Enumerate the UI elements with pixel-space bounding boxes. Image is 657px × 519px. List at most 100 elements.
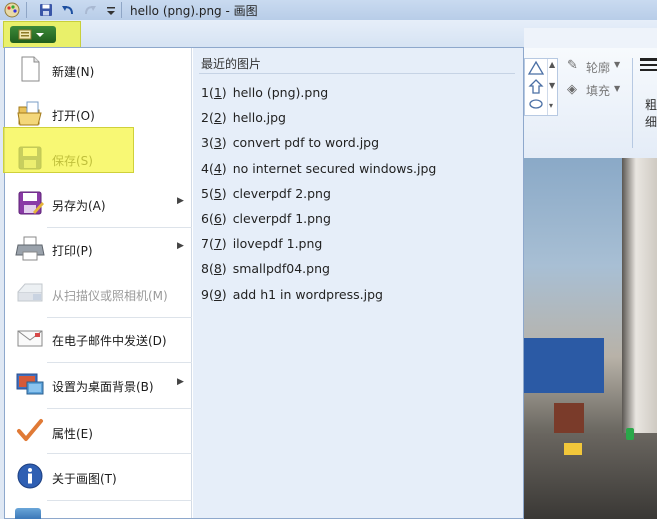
- outline-icon: ✎: [567, 58, 578, 73]
- undo-icon[interactable]: [60, 2, 76, 18]
- photo-street: [524, 433, 657, 519]
- menu-item-4[interactable]: 另存为(A) ▶: [5, 182, 192, 226]
- recent-file-number: 1(1): [201, 85, 227, 100]
- recent-file-number: 7(7): [201, 236, 227, 252]
- menu-separator: [47, 317, 192, 318]
- menu-separator: [47, 227, 192, 228]
- recent-file-item[interactable]: 9(9) add h1 in wordpress.jpg: [201, 287, 383, 302]
- recent-file-item[interactable]: 6(6) cleverpdf 1.png: [201, 211, 331, 226]
- recent-file-number: 4(4): [201, 160, 227, 176]
- recent-file-name: ilovepdf 1.png: [232, 236, 323, 252]
- menu-item-5[interactable]: 打印(P) ▶: [5, 227, 192, 271]
- menu-separator: [47, 362, 192, 363]
- recent-pictures-title: 最近的图片: [201, 57, 262, 71]
- recent-file-item[interactable]: 5(5) cleverpdf 2.png: [201, 186, 331, 201]
- paint-menu-button-face: [10, 26, 56, 43]
- qa-divider: [26, 2, 27, 18]
- scanner-icon: [15, 278, 45, 308]
- recent-file-accesskey: 9: [213, 286, 222, 302]
- info-icon: [15, 461, 45, 491]
- recent-file-name: hello.jpg: [232, 110, 286, 126]
- size-lines-icon[interactable]: [640, 58, 657, 71]
- submenu-arrow-icon: ▶: [177, 241, 184, 251]
- ribbon-tab-strip: [524, 28, 657, 49]
- recent-file-number: 6(6): [201, 211, 227, 226]
- menu-item-label: 从扫描仪或照相机(M): [52, 289, 168, 303]
- title-bar: hello (png).png - 画图: [0, 0, 657, 21]
- save-icon[interactable]: [38, 2, 54, 18]
- redo-icon[interactable]: [82, 2, 98, 18]
- recent-file-item[interactable]: 3(3) convert pdf to word.jpg: [201, 135, 379, 150]
- photo-yellow-sign: [564, 443, 582, 455]
- menu-separator: [47, 408, 192, 409]
- menu-separator: [47, 500, 192, 501]
- recent-file-number: 9(9): [201, 286, 227, 302]
- shapes-gallery-icons: [527, 60, 545, 109]
- menu-item-1[interactable]: 新建(N): [5, 48, 192, 92]
- save-highlight-box: [3, 127, 134, 173]
- menu-separator: [47, 453, 192, 454]
- recent-file-accesskey: 6: [213, 211, 222, 226]
- desktop-background-icon: [15, 369, 45, 399]
- qa-divider: [121, 2, 122, 18]
- menu-item-label: 打开(O): [52, 109, 95, 123]
- menu-item-label: 设置为桌面背景(B): [52, 380, 154, 394]
- recent-file-item[interactable]: 7(7) ilovepdf 1.png: [201, 236, 322, 251]
- gallery-expand-icon[interactable]: ▾: [549, 101, 553, 110]
- size-label-thin: 细: [645, 115, 657, 129]
- recent-file-accesskey: 1: [213, 85, 222, 100]
- menu-item-label: 在电子邮件中发送(D): [52, 334, 167, 348]
- recent-file-name: add h1 in wordpress.jpg: [232, 286, 383, 302]
- fill-dropdown-icon[interactable]: ▼: [614, 84, 620, 93]
- recent-file-accesskey: 3: [213, 135, 222, 151]
- open-folder-icon: [15, 98, 45, 128]
- new-document-icon: [15, 54, 45, 84]
- recent-file-accesskey: 2: [213, 110, 222, 126]
- customize-icon[interactable]: [103, 2, 119, 18]
- recent-file-item[interactable]: 8(8) smallpdf04.png: [201, 261, 330, 276]
- menu-item-7[interactable]: 在电子邮件中发送(D): [5, 317, 192, 361]
- gallery-up-icon[interactable]: ▲: [549, 60, 555, 69]
- recent-file-number: 8(8): [201, 261, 227, 277]
- paint-menu-button[interactable]: [3, 21, 81, 48]
- recent-pictures-divider: [199, 73, 515, 74]
- menu-item-label: 另存为(A): [52, 199, 106, 213]
- recent-file-name: smallpdf04.png: [232, 261, 330, 277]
- canvas-image[interactable]: [524, 158, 657, 519]
- shapes-gallery[interactable]: ▲ ▼ ▾: [524, 58, 558, 116]
- recent-file-number: 5(5): [201, 185, 227, 201]
- menu-item-6: 从扫描仪或照相机(M): [5, 272, 192, 316]
- recent-file-name: cleverpdf 2.png: [232, 185, 331, 201]
- submenu-arrow-icon: ▶: [177, 196, 184, 206]
- menu-item-label: 新建(N): [52, 65, 95, 79]
- menu-item-10[interactable]: 关于画图(T): [5, 455, 192, 499]
- fill-label[interactable]: 填充: [586, 82, 610, 99]
- menu-item-label: 打印(P): [52, 244, 93, 258]
- paint-menu-icon: [18, 29, 44, 40]
- cut-off-menu-item-icon: [15, 508, 41, 519]
- menu-item-9[interactable]: 属性(E): [5, 410, 192, 454]
- properties-checkmark-icon: [15, 416, 45, 446]
- recent-file-item[interactable]: 4(4) no internet secured windows.jpg: [201, 161, 436, 176]
- recent-file-name: hello (png).png: [232, 85, 329, 100]
- menu-item-label: 关于画图(T): [52, 472, 117, 486]
- outline-label[interactable]: 轮廓: [586, 59, 610, 76]
- recent-file-name: cleverpdf 1.png: [232, 211, 331, 226]
- recent-file-accesskey: 8: [213, 261, 222, 277]
- paint-app-icon: [4, 2, 20, 18]
- size-label-thick: 粗: [645, 98, 657, 112]
- save-as-icon: [15, 188, 45, 218]
- photo-traffic-light: [626, 428, 634, 440]
- ribbon-group-divider: [632, 58, 633, 148]
- outline-dropdown-icon[interactable]: ▼: [614, 60, 620, 69]
- gallery-down-icon[interactable]: ▼: [549, 81, 555, 90]
- recent-file-accesskey: 5: [213, 185, 222, 201]
- gallery-scroll-divider: [547, 59, 548, 115]
- menu-item-label: 属性(E): [52, 427, 93, 441]
- recent-file-item[interactable]: 1(1) hello (png).png: [201, 85, 328, 100]
- photo-blue-sign: [524, 338, 604, 393]
- printer-icon: [15, 233, 45, 263]
- recent-file-item[interactable]: 2(2) hello.jpg: [201, 110, 286, 125]
- recent-file-number: 2(2): [201, 110, 227, 126]
- menu-item-8[interactable]: 设置为桌面背景(B) ▶: [5, 363, 192, 407]
